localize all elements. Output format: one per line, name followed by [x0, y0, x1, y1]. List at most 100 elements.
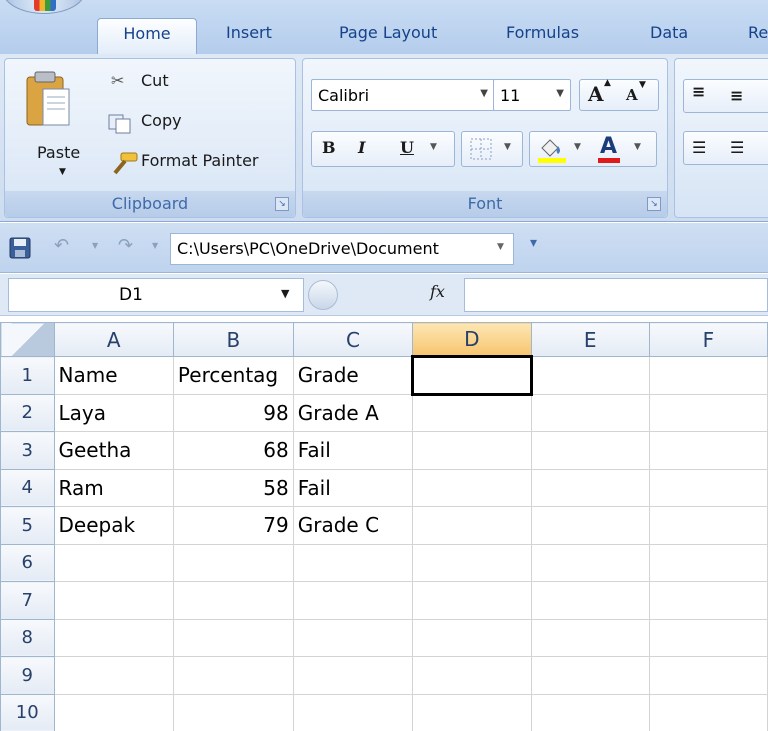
cell-d8[interactable] [412, 618, 532, 657]
cell-f3[interactable] [648, 431, 768, 470]
row-header-10[interactable]: 10 [0, 693, 55, 731]
cell-c9[interactable] [292, 656, 414, 695]
cell-a10[interactable] [53, 693, 174, 731]
cell-b3[interactable]: 68 [172, 431, 294, 470]
cell-b8[interactable] [172, 618, 294, 657]
fill-color-icon[interactable] [536, 134, 568, 164]
cell-d7[interactable] [412, 581, 532, 620]
column-header-b[interactable]: B [172, 322, 294, 357]
cell-f10[interactable] [648, 693, 768, 731]
cell-f7[interactable] [648, 581, 768, 620]
cell-e7[interactable] [530, 581, 650, 620]
align-left-icon[interactable]: ☰ [692, 138, 706, 157]
cell-c3[interactable]: Fail [292, 431, 414, 470]
cell-e9[interactable] [530, 656, 650, 695]
italic-button[interactable]: I [358, 138, 365, 157]
formula-input[interactable] [464, 278, 768, 312]
cell-c10[interactable] [292, 693, 414, 731]
cell-b5[interactable]: 79 [172, 506, 294, 545]
cell-c4[interactable]: Fail [292, 468, 414, 507]
cell-d10[interactable] [412, 693, 532, 731]
cell-e8[interactable] [530, 618, 650, 657]
cell-c1[interactable]: Grade [292, 356, 414, 395]
row-header-3[interactable]: 3 [0, 431, 55, 470]
row-header-6[interactable]: 6 [0, 543, 55, 582]
row-header-8[interactable]: 8 [0, 618, 55, 657]
paste-dropdown-arrow-icon[interactable]: ▼ [59, 167, 66, 177]
cell-d9[interactable] [412, 656, 532, 695]
cell-f4[interactable] [648, 468, 768, 507]
tab-data[interactable]: Data [650, 18, 688, 54]
column-header-e[interactable]: E [530, 322, 650, 357]
cell-a9[interactable] [53, 656, 174, 695]
cell-a8[interactable] [53, 618, 174, 657]
copy-button[interactable]: Copy [107, 109, 207, 137]
fill-color-dropdown-icon[interactable]: ▼ [574, 142, 581, 152]
cell-b7[interactable] [172, 581, 294, 620]
font-size-select[interactable]: 11 ▼ [493, 79, 571, 111]
column-header-d[interactable]: D [412, 322, 532, 357]
cell-f8[interactable] [648, 618, 768, 657]
grow-font-button[interactable]: A [588, 82, 604, 106]
cell-a7[interactable] [53, 581, 174, 620]
cell-a2[interactable]: Laya [53, 393, 174, 432]
cell-d4[interactable] [412, 468, 532, 507]
cell-b1[interactable]: Percentag [172, 356, 294, 395]
cell-f6[interactable] [648, 543, 768, 582]
save-icon[interactable] [8, 236, 32, 260]
undo-icon[interactable]: ↶ [54, 235, 69, 256]
tab-page-layout[interactable]: Page Layout [339, 18, 437, 54]
row-header-5[interactable]: 5 [0, 506, 55, 545]
row-header-1[interactable]: 1 [0, 356, 55, 395]
cell-e4[interactable] [530, 468, 650, 507]
select-all-button[interactable] [0, 322, 55, 357]
underline-button[interactable]: U [400, 138, 414, 157]
cell-f1[interactable] [648, 356, 768, 395]
customize-qat-icon[interactable]: ▾ [530, 235, 537, 251]
font-name-select[interactable]: Calibri ▼ [311, 79, 495, 111]
redo-icon[interactable]: ↷ [118, 235, 133, 256]
underline-dropdown-icon[interactable]: ▼ [430, 142, 437, 152]
row-header-7[interactable]: 7 [0, 581, 55, 620]
clipboard-dialog-launcher-icon[interactable]: ↘ [275, 197, 289, 211]
tab-formulas[interactable]: Formulas [506, 18, 579, 54]
cell-c7[interactable] [292, 581, 414, 620]
cell-f5[interactable] [648, 506, 768, 545]
row-header-2[interactable]: 2 [0, 393, 55, 432]
shrink-font-button[interactable]: A [626, 86, 638, 104]
cell-a6[interactable] [53, 543, 174, 582]
cell-c8[interactable] [292, 618, 414, 657]
cell-e10[interactable] [530, 693, 650, 731]
cut-button[interactable]: ✂ Cut [107, 69, 197, 97]
column-header-c[interactable]: C [292, 322, 414, 357]
align-middle-icon[interactable]: ≡ [730, 86, 743, 105]
cell-e6[interactable] [530, 543, 650, 582]
cell-d1[interactable] [411, 355, 533, 396]
align-center-icon[interactable]: ☰ [730, 138, 744, 157]
cell-b9[interactable] [172, 656, 294, 695]
cell-a3[interactable]: Geetha [53, 431, 174, 470]
column-header-f[interactable]: F [648, 322, 768, 357]
column-header-a[interactable]: A [53, 322, 174, 357]
tab-home[interactable]: Home [97, 18, 197, 54]
font-color-button[interactable]: A [600, 134, 617, 159]
cell-e2[interactable] [530, 393, 650, 432]
cell-b6[interactable] [172, 543, 294, 582]
cell-e5[interactable] [530, 506, 650, 545]
font-color-dropdown-icon[interactable]: ▼ [634, 142, 641, 152]
name-box[interactable]: D1 ▼ [8, 278, 304, 312]
cell-a4[interactable]: Ram [53, 468, 174, 507]
row-header-4[interactable]: 4 [0, 468, 55, 507]
cell-b2[interactable]: 98 [172, 393, 294, 432]
paste-button[interactable]: Paste ▼ [13, 65, 81, 183]
expand-formula-icon[interactable] [308, 280, 338, 310]
cell-e3[interactable] [530, 431, 650, 470]
file-path-combo[interactable]: C:\Users\PC\OneDrive\Document ▼ [170, 233, 514, 265]
cell-d3[interactable] [412, 431, 532, 470]
office-button[interactable] [2, 0, 86, 14]
cell-f9[interactable] [648, 656, 768, 695]
align-top-icon[interactable]: ≡ [692, 82, 705, 101]
cell-c6[interactable] [292, 543, 414, 582]
cell-d5[interactable] [412, 506, 532, 545]
cell-d2[interactable] [412, 393, 532, 432]
